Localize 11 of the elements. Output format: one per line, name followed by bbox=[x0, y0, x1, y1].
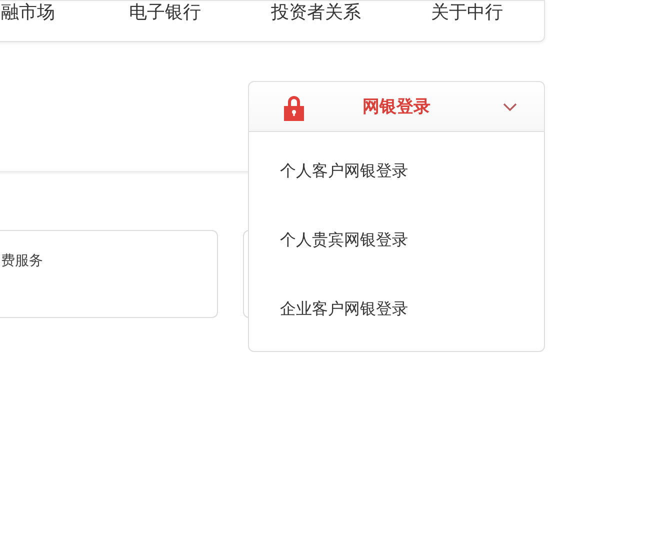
nav-link[interactable]: 融市场 bbox=[1, 1, 55, 23]
lock-icon bbox=[282, 95, 306, 121]
nav-link[interactable]: 投资者关系 bbox=[271, 1, 361, 23]
service-card[interactable]: 费服务 bbox=[0, 230, 218, 318]
nav-link[interactable]: 电子银行 bbox=[129, 1, 201, 23]
service-label: 费服务 bbox=[1, 252, 43, 268]
menu-item[interactable]: 企业客户网银登录 bbox=[280, 299, 544, 321]
nav-link[interactable]: 关于中行 bbox=[431, 1, 503, 23]
login-dropdown-button[interactable]: 网银登录 bbox=[248, 81, 545, 132]
menu-item[interactable]: 个人客户网银登录 bbox=[280, 161, 544, 183]
menu-item[interactable]: 个人贵宾网银登录 bbox=[280, 230, 544, 252]
